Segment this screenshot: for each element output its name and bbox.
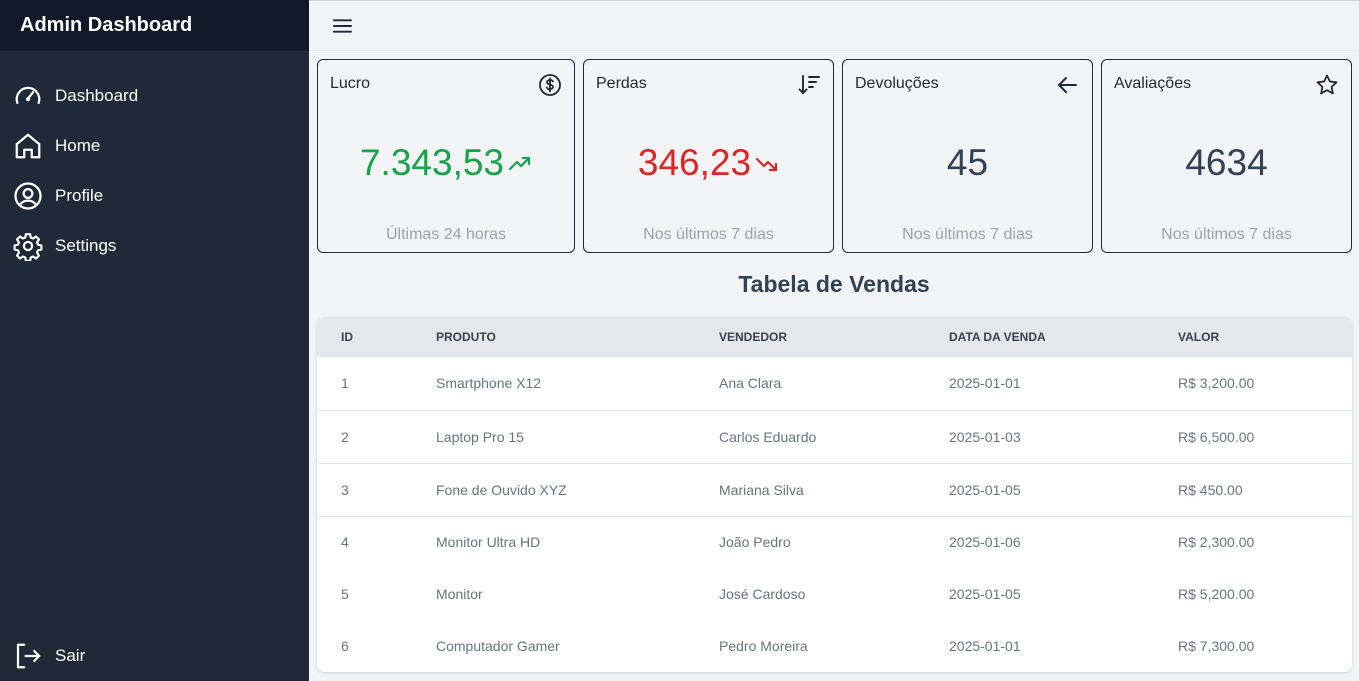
cell-data: 2025-01-05 [949, 481, 1021, 498]
cell-produto: Computador Gamer [436, 638, 560, 654]
menu-toggle-button[interactable] [331, 15, 353, 37]
sidebar-item-label: Dashboard [55, 86, 139, 105]
card-title: Lucro [330, 75, 371, 92]
card-subtitle: Nos últimos 7 dias [902, 226, 1033, 243]
cell-id: 5 [341, 586, 349, 602]
card-title: Devoluções [855, 75, 939, 92]
sidebar-item-profile[interactable]: Profile [0, 171, 309, 221]
topbar [309, 0, 1359, 51]
sidebar-item-settings[interactable]: Settings [0, 221, 309, 271]
cell-vendedor: Mariana Silva [719, 481, 804, 498]
hamburger-icon [332, 19, 352, 33]
card-perdas: Perdas 346,23 Nos últimos 7 dias [583, 59, 834, 253]
sort-descending-icon [797, 73, 821, 97]
card-avaliacoes: Avaliações 4634 Nos últimos 7 dias [1101, 59, 1352, 253]
sidebar-item-label: Home [55, 136, 101, 155]
cell-produto: Laptop Pro 15 [436, 428, 524, 445]
user-circle-icon [13, 181, 43, 211]
cell-id: 1 [341, 375, 349, 392]
logout-icon [13, 641, 43, 671]
column-header-data: DATA DA VENDA [949, 330, 1046, 344]
cell-vendedor: Ana Clara [719, 375, 782, 392]
cell-vendedor: Pedro Moreira [719, 638, 808, 654]
star-icon [1315, 73, 1339, 97]
sidebar-item-label: Settings [55, 236, 117, 255]
cell-data: 2025-01-05 [949, 586, 1021, 602]
card-title: Perdas [596, 75, 647, 92]
card-value: 4634 [1185, 142, 1268, 183]
card-value-row: 346,23 [584, 142, 833, 184]
column-header-produto: PRODUTO [436, 330, 496, 344]
card-title: Avaliações [1114, 75, 1192, 92]
card-value-row: 45 [843, 142, 1092, 184]
sales-table: ID PRODUTO VENDEDOR DATA DA VENDA VALOR … [317, 317, 1352, 672]
trending-down-icon [755, 157, 778, 172]
column-header-id: ID [341, 330, 353, 344]
cell-valor: R$ 6,500.00 [1178, 428, 1255, 445]
card-value-row: 4634 [1102, 142, 1351, 184]
table-row[interactable]: 3 Fone de Ouvido XYZ Mariana Silva 2025-… [317, 463, 1352, 516]
card-value: 45 [946, 142, 989, 183]
cell-valor: R$ 450.00 [1178, 481, 1243, 498]
sidebar-header: Admin Dashboard [0, 0, 309, 51]
cell-data: 2025-01-03 [949, 428, 1021, 445]
table-row[interactable]: 6 Computador Gamer Pedro Moreira 2025-01… [317, 620, 1352, 672]
cell-id: 3 [341, 481, 349, 498]
card-devolucoes: Devoluções 45 Nos últimos 7 dias [842, 59, 1093, 253]
cell-valor: R$ 3,200.00 [1178, 375, 1255, 392]
card-subtitle: Últimas 24 horas [385, 226, 507, 243]
sidebar-item-label: Profile [55, 186, 104, 205]
home-icon [13, 131, 43, 161]
cell-valor: R$ 7,300.00 [1178, 638, 1255, 654]
table-row[interactable]: 5 Monitor José Cardoso 2025-01-05 R$ 5,2… [317, 568, 1352, 620]
cell-id: 2 [341, 428, 349, 445]
cell-data: 2025-01-06 [949, 534, 1021, 551]
table-header-row: ID PRODUTO VENDEDOR DATA DA VENDA VALOR [317, 317, 1352, 357]
card-value: 7.343,53 [359, 142, 505, 183]
table-row[interactable]: 4 Monitor Ultra HD João Pedro 2025-01-06… [317, 516, 1352, 568]
gear-icon [13, 231, 43, 261]
card-value-row: 7.343,53 [318, 142, 574, 184]
cell-produto: Monitor [436, 586, 483, 602]
trending-up-icon [508, 156, 531, 171]
table-row[interactable]: 2 Laptop Pro 15 Carlos Eduardo 2025-01-0… [317, 410, 1352, 463]
cell-id: 6 [341, 638, 349, 654]
cell-vendedor: João Pedro [719, 534, 791, 551]
cell-data: 2025-01-01 [949, 375, 1021, 392]
cell-valor: R$ 2,300.00 [1178, 534, 1255, 551]
sidebar-item-home[interactable]: Home [0, 121, 309, 171]
card-lucro: Lucro 7.343,53 Últimas 24 horas [317, 59, 575, 253]
column-header-vendedor: VENDEDOR [719, 330, 788, 344]
cell-data: 2025-01-01 [949, 638, 1021, 654]
cell-valor: R$ 5,200.00 [1178, 586, 1255, 602]
sidebar-nav: Dashboard Home Profile Settings [0, 51, 309, 271]
cell-vendedor: José Cardoso [719, 586, 806, 602]
logout-label: Sair [55, 646, 86, 665]
cell-produto: Monitor Ultra HD [436, 534, 541, 551]
table-row[interactable]: 1 Smartphone X12 Ana Clara 2025-01-01 R$… [317, 357, 1352, 410]
cell-vendedor: Carlos Eduardo [719, 428, 817, 445]
app-title: Admin Dashboard [20, 14, 193, 36]
card-subtitle: Nos últimos 7 dias [643, 226, 774, 243]
table-title: Tabela de Vendas [738, 271, 930, 297]
cell-produto: Fone de Ouvido XYZ [436, 481, 567, 498]
dollar-circle-icon [538, 73, 562, 97]
sidebar-item-dashboard[interactable]: Dashboard [0, 71, 309, 121]
gauge-icon [13, 81, 43, 111]
card-value: 346,23 [637, 142, 752, 183]
logout-button[interactable]: Sair [0, 631, 309, 681]
cell-produto: Smartphone X12 [436, 375, 542, 392]
card-subtitle: Nos últimos 7 dias [1161, 226, 1292, 243]
sidebar: Admin Dashboard Dashboard Home Profile S… [0, 0, 309, 681]
arrow-left-icon [1056, 73, 1080, 97]
column-header-valor: VALOR [1178, 330, 1220, 344]
cell-id: 4 [341, 534, 349, 551]
